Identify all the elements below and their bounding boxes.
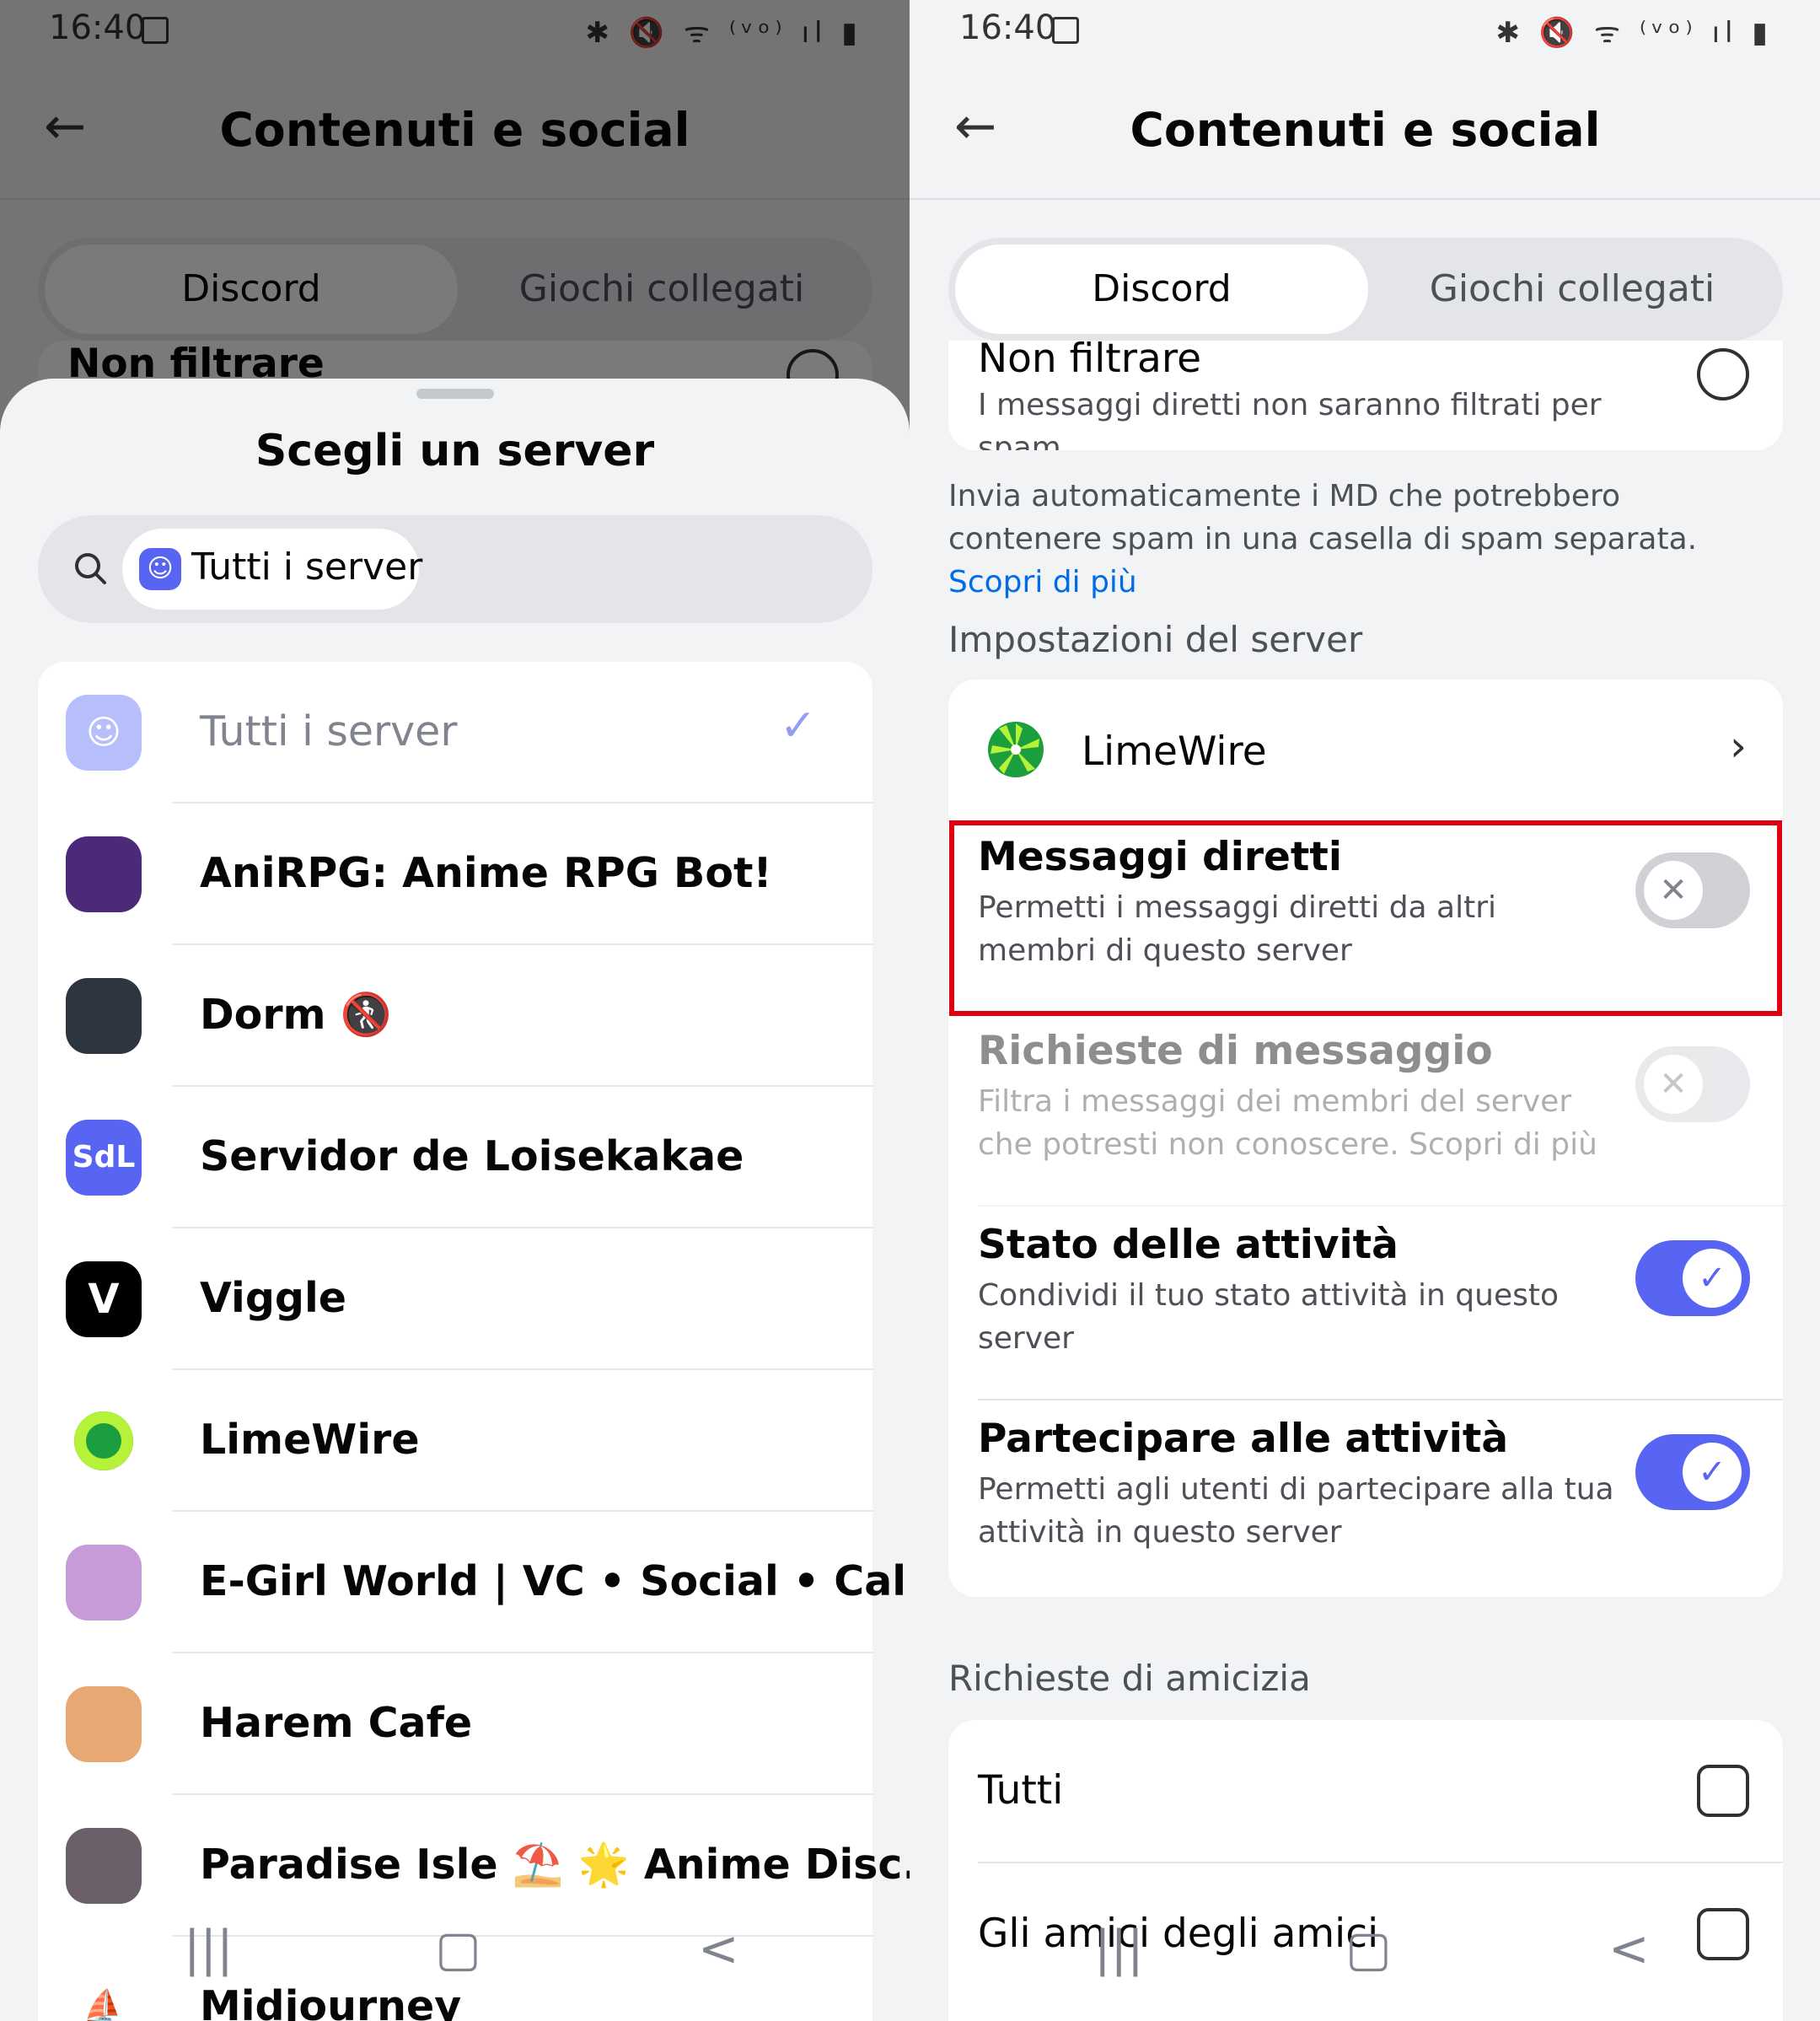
friend-option-everyone[interactable]: Tutti	[948, 1720, 1783, 1862]
nav-bar: ||| ▢ <	[0, 1920, 910, 1987]
nav-bar: ||| ▢ <	[910, 1920, 1820, 1987]
server-list-item[interactable]: E-Girl World | VC • Social • Call...	[38, 1512, 910, 1653]
discord-icon: ☺	[66, 695, 142, 771]
recents-button[interactable]: |||	[1094, 1920, 1144, 1977]
server-list: ☺ Tutti i server ✓ AniRPG: Anime RPG Bot! Do…	[38, 662, 910, 2021]
server-filter-chip[interactable]: ☺ Tutti i server	[122, 529, 423, 610]
sheet-title: Scegli un server	[255, 426, 655, 476]
check-icon: ✓	[1683, 1443, 1742, 1502]
gallery-icon	[1052, 17, 1079, 44]
server-name: Viggle	[200, 1274, 347, 1322]
server-name: Paradise Isle ⛱️ 🌟 Anime Disc...	[200, 1841, 910, 1889]
viggle-icon: V	[66, 1261, 142, 1337]
server-name: Midjourney	[200, 1982, 462, 2021]
search-icon	[75, 553, 106, 584]
page-title: Contenuti e social	[1130, 103, 1601, 157]
spam-option-card[interactable]: Non filtrare I messaggi diretti non sara…	[948, 341, 1783, 450]
discord-icon: ☺	[139, 548, 181, 590]
status-bar: 16:40 ✱ 🔇 ᯤ ⁽ᵛᵒ⁾ ıl ▮	[910, 0, 1820, 67]
server-name: Harem Cafe	[200, 1699, 473, 1747]
status-icons: ✱ 🔇 ᯤ ⁽ᵛᵒ⁾ ıl ▮	[1495, 16, 1773, 50]
setting-toggle[interactable]: ✓	[1635, 1240, 1750, 1316]
close-icon: ✕	[1644, 1055, 1703, 1114]
spam-option-title: Non filtrare	[978, 341, 1202, 382]
tab-discord[interactable]: Discord	[955, 245, 1368, 334]
setting-desc: Permetti agli utenti di partecipare alla…	[978, 1472, 1614, 1550]
right-screen: 16:40 ✱ 🔇 ᯤ ⁽ᵛᵒ⁾ ıl ▮ ← Contenuti e soci…	[910, 0, 1820, 2021]
server-name: Dorm 🚷	[200, 991, 392, 1039]
setting-toggle[interactable]: ✕	[1635, 1046, 1750, 1122]
tab-switcher: Discord Giochi collegati	[948, 238, 1783, 341]
server-picker-sheet: Scegli un server ☺ Tutti i server ☺ Tutti…	[0, 379, 910, 2021]
setting-row[interactable]: Richieste di messaggio Filtra i messaggi …	[948, 1013, 1783, 1207]
setting-desc: Filtra i messaggi dei membri del server …	[978, 1084, 1597, 1162]
chevron-right-icon: ›	[1730, 722, 1747, 771]
search-field[interactable]: ☺ Tutti i server	[38, 515, 872, 623]
server-list-item[interactable]: V Viggle	[38, 1228, 872, 1370]
app-bar: ← Contenuti e social	[910, 67, 1820, 200]
server-icon: SdL	[66, 1120, 142, 1196]
friend-requests-header: Richieste di amicizia	[948, 1658, 1311, 1699]
check-icon: ✓	[780, 701, 817, 751]
setting-row[interactable]: Stato delle attività Condividi il tuo sta…	[948, 1207, 1783, 1400]
spam-note-text: Invia automaticamente i MD che potrebber…	[948, 479, 1698, 556]
server-list-item[interactable]: Harem Cafe	[38, 1653, 872, 1795]
setting-title: Richieste di messaggio	[978, 1028, 1493, 1074]
setting-row[interactable]: Partecipare alle attività Permetti agli u…	[948, 1400, 1783, 1593]
setting-toggle[interactable]: ✓	[1635, 1434, 1750, 1510]
harem-icon	[66, 1686, 142, 1762]
checkbox[interactable]	[1697, 1765, 1749, 1817]
home-button[interactable]: ▢	[435, 1920, 481, 1977]
setting-desc: Condividi il tuo stato attività in quest…	[978, 1278, 1559, 1356]
friend-option-label: Tutti	[978, 1767, 1064, 1814]
server-name: E-Girl World | VC • Social • Call...	[200, 1557, 910, 1605]
paradise-icon	[66, 1828, 142, 1904]
server-name: Servidor de Loisekakae	[200, 1132, 744, 1180]
server-name: Tutti i server	[200, 707, 458, 755]
server-name: AniRPG: Anime RPG Bot!	[200, 849, 772, 897]
dorm-icon	[66, 978, 142, 1054]
back-button[interactable]: <	[1608, 1920, 1650, 1977]
back-button[interactable]: <	[698, 1920, 739, 1977]
server-name: LimeWire	[1082, 728, 1267, 775]
status-time: 16:40	[959, 8, 1057, 47]
check-icon: ✓	[1683, 1249, 1742, 1308]
server-settings-card: LimeWire › Messaggi diretti Permetti i me…	[948, 680, 1783, 1597]
tab-linked-games[interactable]: Giochi collegati	[1366, 245, 1779, 334]
server-list-item[interactable]: SdL Servidor de Loisekakae	[38, 1087, 872, 1228]
anime-avatar-icon	[66, 836, 142, 912]
server-selector-row[interactable]: LimeWire ›	[948, 680, 1783, 818]
recents-button[interactable]: |||	[184, 1920, 234, 1977]
learn-more-link[interactable]: Scopri di più	[948, 565, 1137, 599]
server-list-item[interactable]: AniRPG: Anime RPG Bot!	[38, 804, 872, 945]
server-settings-header: Impostazioni del server	[948, 619, 1363, 660]
chip-label: Tutti i server	[191, 546, 423, 589]
setting-title: Partecipare alle attività	[978, 1416, 1509, 1462]
limewire-icon	[988, 722, 1044, 777]
spam-note: Invia automaticamente i MD che potrebber…	[948, 475, 1783, 604]
highlight-box	[949, 820, 1782, 1016]
setting-title: Stato delle attività	[978, 1222, 1399, 1268]
egirl-icon	[66, 1545, 142, 1621]
left-screen: 16:40 ✱ 🔇 ᯤ ⁽ᵛᵒ⁾ ıl ▮ ← Contenuti e soci…	[0, 0, 910, 2021]
spam-radio[interactable]	[1697, 348, 1749, 400]
server-list-item[interactable]: ☺ Tutti i server ✓	[38, 662, 872, 804]
server-list-item[interactable]: LimeWire	[38, 1370, 872, 1512]
drag-handle[interactable]	[416, 389, 494, 399]
limewire-icon	[74, 1411, 133, 1470]
spam-option-desc: I messaggi diretti non saranno filtrati …	[978, 388, 1602, 450]
server-list-item[interactable]: Paradise Isle ⛱️ 🌟 Anime Disc...	[38, 1795, 910, 1937]
home-button[interactable]: ▢	[1345, 1920, 1392, 1977]
server-name: LimeWire	[200, 1416, 420, 1464]
server-list-item[interactable]: Dorm 🚷	[38, 945, 872, 1087]
